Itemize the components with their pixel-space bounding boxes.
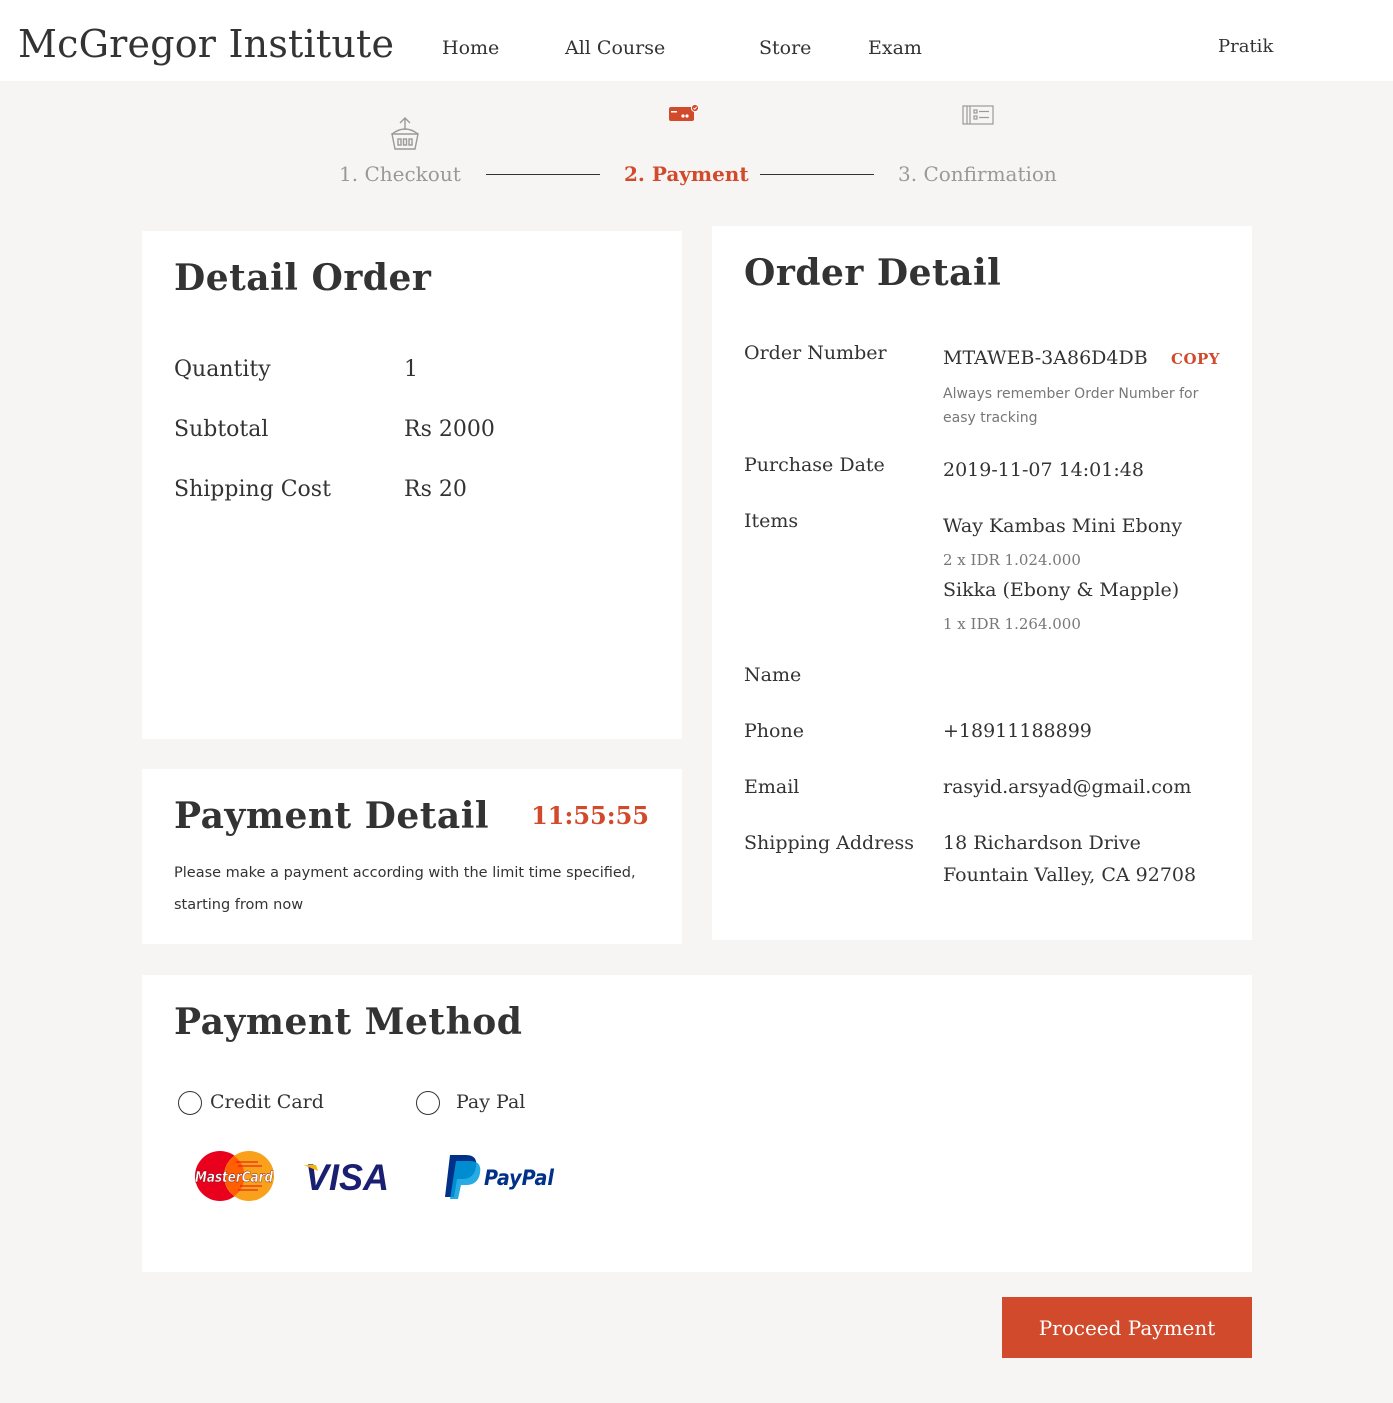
nav-exam[interactable]: Exam (868, 37, 922, 59)
step-connector (760, 174, 874, 175)
payment-method-card: Payment Method Credit Card Pay Pal Maste… (142, 975, 1252, 1272)
paypal-label[interactable]: Pay Pal (456, 1091, 525, 1113)
subtotal-label: Subtotal (174, 417, 269, 442)
shipping-cost-label: Shipping Cost (174, 477, 331, 502)
mastercard-logo-text: MasterCard (195, 1168, 273, 1186)
nav-store[interactable]: Store (759, 37, 811, 59)
top-header: McGregor Institute Home All Course Store… (0, 0, 1393, 81)
credit-card-label[interactable]: Credit Card (210, 1091, 324, 1113)
basket-upload-icon (391, 117, 419, 150)
purchase-date-label: Purchase Date (744, 454, 885, 476)
quantity-label: Quantity (174, 357, 271, 382)
step-confirmation[interactable]: 3. Confirmation (898, 162, 1057, 186)
purchase-date-value: 2019-11-07 14:01:48 (943, 459, 1144, 481)
nav-home[interactable]: Home (442, 37, 499, 59)
order-number-note: Always remember Order Number for easy tr… (943, 386, 1199, 426)
payment-detail-card: Payment Detail 11:55:55 Please make a pa… (142, 769, 682, 944)
payment-method-title: Payment Method (174, 1001, 523, 1043)
shipping-cost-value: Rs 20 (404, 477, 467, 502)
detail-order-title: Detail Order (174, 257, 432, 299)
paypal-logo: PayPal (445, 1155, 555, 1199)
mastercard-logo: MasterCard (195, 1151, 274, 1201)
card-payment-icon (669, 103, 700, 121)
visa-logo: VISA (304, 1159, 389, 1193)
copy-order-number-button[interactable]: COPY (1171, 350, 1220, 368)
shipping-address-label: Shipping Address (744, 832, 915, 854)
item-qty-price: 2 x IDR 1.024.000 (943, 551, 1081, 569)
item-name: Sikka (Ebony & Mapple) (943, 579, 1180, 601)
payment-countdown-timer: 11:55:55 (531, 801, 649, 830)
step-payment[interactable]: 2. Payment (624, 162, 749, 186)
proceed-payment-button[interactable]: Proceed Payment (1002, 1297, 1252, 1358)
email-label: Email (744, 776, 800, 798)
email-value: rasyid.arsyad@gmail.com (943, 776, 1192, 798)
step-connector (486, 174, 600, 175)
order-detail-title: Order Detail (744, 252, 1002, 294)
shipping-address-line1: 18 Richardson Drive (943, 832, 1141, 854)
shipping-address-line2: Fountain Valley, CA 92708 (943, 864, 1197, 886)
order-number-label: Order Number (744, 342, 887, 364)
order-detail-card: Order Detail Order Number MTAWEB-3A86D4D… (712, 226, 1252, 940)
items-label: Items (744, 510, 799, 532)
paypal-logo-text: PayPal (484, 1166, 555, 1190)
brand-logo[interactable]: McGregor Institute (18, 22, 394, 66)
name-label: Name (744, 664, 802, 686)
subtotal-value: Rs 2000 (404, 417, 495, 442)
receipt-list-icon (962, 105, 994, 125)
detail-order-card: Detail Order Quantity 1 Subtotal Rs 2000… (142, 231, 682, 739)
nav-all-course[interactable]: All Course (565, 37, 665, 59)
credit-card-radio[interactable] (178, 1091, 202, 1115)
item-qty-price: 1 x IDR 1.264.000 (943, 615, 1081, 633)
order-number-value: MTAWEB-3A86D4DB (943, 347, 1148, 369)
payment-detail-title: Payment Detail (174, 795, 490, 837)
item-name: Way Kambas Mini Ebony (943, 515, 1183, 537)
payment-instruction: Please make a payment according with the… (174, 865, 636, 913)
phone-value: +18911188899 (943, 720, 1092, 742)
quantity-value: 1 (404, 357, 418, 382)
user-name[interactable]: Pratik (1218, 36, 1273, 57)
visa-logo-text: VISA (305, 1159, 389, 1193)
phone-label: Phone (744, 720, 804, 742)
step-checkout[interactable]: 1. Checkout (339, 162, 461, 186)
paypal-radio[interactable] (416, 1091, 440, 1115)
